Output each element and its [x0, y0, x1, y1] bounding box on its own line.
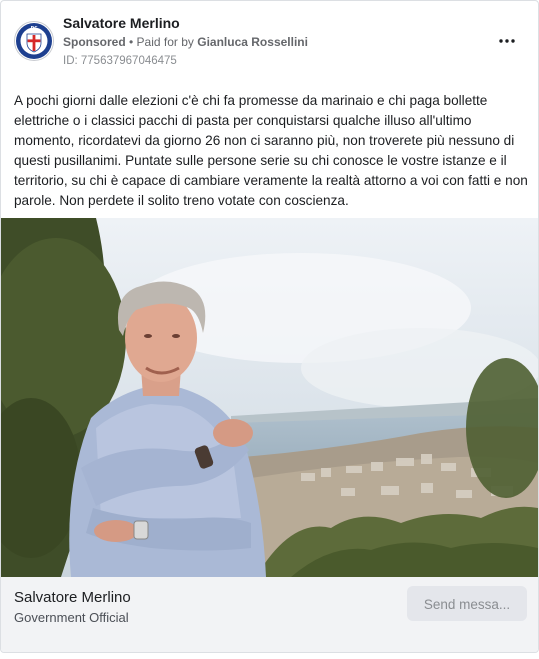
sponsored-line: Sponsored • Paid for by Gianluca Rossell…: [63, 35, 308, 49]
svg-text:DC: DC: [31, 26, 38, 32]
ad-image[interactable]: [1, 218, 538, 577]
ad-header: DC Salvatore Merlino Sponsored • Paid fo…: [1, 1, 538, 79]
page-name[interactable]: Salvatore Merlino: [63, 15, 180, 31]
footer-page-name[interactable]: Salvatore Merlino: [14, 589, 131, 606]
payer-name: Gianluca Rossellini: [197, 35, 308, 49]
ad-footer: Salvatore Merlino Government Official Se…: [1, 577, 538, 652]
ad-id: ID: 775637967046475: [63, 55, 177, 67]
more-options-button[interactable]: [495, 29, 519, 53]
sponsored-label: Sponsored: [63, 35, 126, 49]
meta-separator: •: [125, 35, 137, 49]
ad-card: DC Salvatore Merlino Sponsored • Paid fo…: [0, 0, 539, 653]
party-logo-icon: DC: [16, 23, 52, 59]
ad-body-text: A pochi giorni dalle elezioni c'è chi fa…: [14, 93, 528, 208]
page-avatar[interactable]: DC: [14, 21, 54, 61]
send-message-button[interactable]: Send messa...: [407, 586, 527, 621]
more-horizontal-icon: [499, 39, 515, 43]
paid-for-prefix: Paid for by: [136, 35, 198, 49]
candidate-photo: [1, 218, 538, 577]
footer-page-category: Government Official: [14, 610, 129, 625]
